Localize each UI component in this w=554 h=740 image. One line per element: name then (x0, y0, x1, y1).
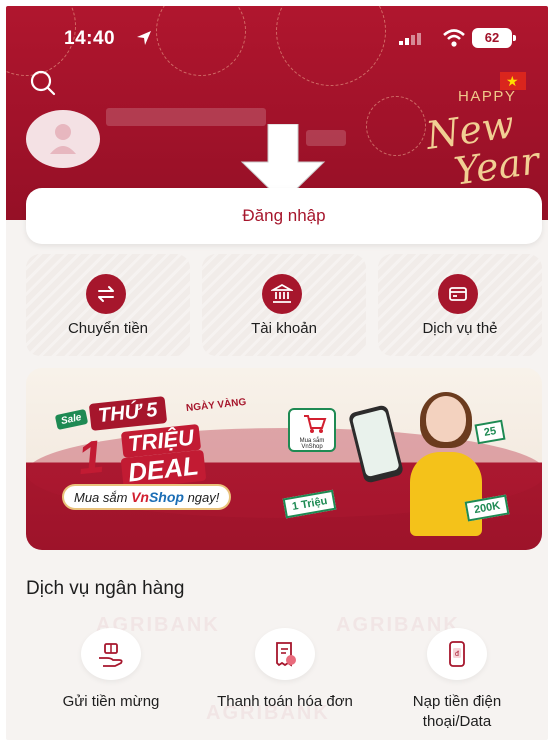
shopping-cart-icon (304, 415, 327, 433)
service-gift-money[interactable]: Gửi tiền mừng (36, 628, 186, 738)
transfer-icon (86, 274, 126, 314)
firework-decoration (366, 96, 426, 156)
banner-sale-tag: Sale (54, 408, 88, 431)
banner-shop-card: Mua sắm VnShop (288, 408, 336, 452)
status-bar: 14:40 62 (6, 24, 548, 50)
service-label: Thanh toán hóa đơn (217, 693, 353, 710)
banner-money-2: 25 (474, 419, 506, 445)
login-label: Đăng nhập (242, 206, 326, 225)
phone-topup-icon: đ (427, 628, 487, 680)
service-phone-topup[interactable]: đ Nạp tiền điện thoại/Data (382, 628, 532, 738)
section-title-banking-services: Dịch vụ ngân hàng (26, 578, 185, 599)
quick-action-account[interactable]: Tài khoản (202, 254, 366, 356)
quick-action-label: Chuyển tiền (67, 320, 149, 337)
banner-shop-pill: Mua sắm VnShop ngay! (62, 484, 232, 510)
service-bill-payment[interactable]: Thanh toán hóa đơn (210, 628, 360, 738)
gift-money-icon (81, 628, 141, 680)
banner-thu5: THỨ 5 (88, 396, 167, 431)
quick-action-label: Tài khoản (251, 320, 317, 337)
banner-shop-suffix: ngay! (183, 490, 220, 505)
login-button[interactable]: Đăng nhập (26, 188, 542, 244)
svg-text:đ: đ (455, 651, 459, 658)
status-time: 14:40 (64, 28, 116, 49)
card-icon (438, 274, 478, 314)
search-button[interactable] (28, 68, 58, 98)
location-arrow-icon (137, 31, 151, 45)
banner-ngay-vang: NGÀY VÀNG (185, 396, 247, 415)
banner-shop-name: Shop (148, 489, 184, 505)
search-icon (30, 70, 56, 96)
banner-number-one: 1 (75, 429, 107, 485)
battery-level: 62 (484, 30, 500, 45)
promo-banner[interactable]: Sale THỨ 5 NGÀY VÀNG 1 TRIỆU DEAL Mua sắ… (26, 368, 542, 550)
quick-action-card-service[interactable]: Dịch vụ thẻ (378, 254, 542, 356)
cellular-signal-icon (399, 33, 421, 45)
battery-indicator: 62 (472, 28, 516, 48)
quick-action-transfer[interactable]: Chuyển tiền (26, 254, 190, 356)
banner-shop-prefix: Mua sắm (74, 490, 132, 505)
banner-shop-vn: Vn (131, 489, 149, 505)
wifi-icon (443, 29, 465, 47)
banner-card-text: Mua sắm VnShop (299, 438, 325, 450)
service-label: Gửi tiền mừng (62, 693, 160, 710)
service-label: Nạp tiền điện thoại/Data (412, 693, 502, 730)
avatar[interactable] (26, 110, 100, 168)
bill-icon (255, 628, 315, 680)
user-icon (50, 124, 76, 154)
quick-action-label: Dịch vụ thẻ (422, 320, 498, 337)
app-screen: 14:40 62 ★ HAPPY New Year Đăng nhập Chuy… (6, 6, 548, 740)
bank-icon (262, 274, 302, 314)
